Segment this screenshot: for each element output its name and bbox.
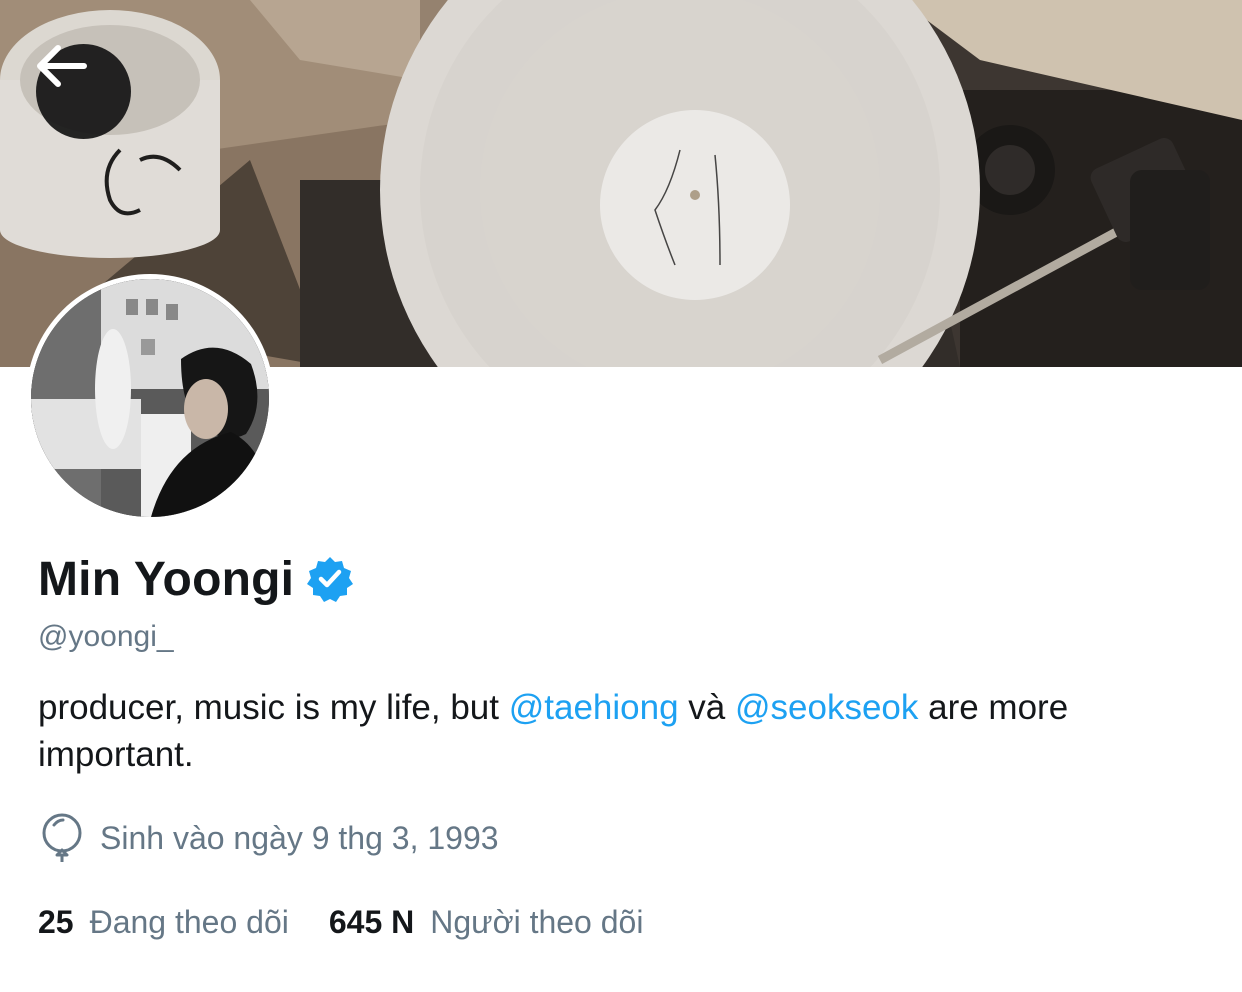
follow-stats: 25 Đang theo dõi 645 N Người theo dõi <box>38 898 643 946</box>
mention-link-taehiong[interactable]: @taehiong <box>509 688 679 727</box>
following-label: Đang theo dõi <box>89 903 289 940</box>
bio-text: producer, music is my life, but <box>38 688 509 727</box>
balloon-icon <box>42 813 82 862</box>
verified-badge-icon <box>307 557 354 602</box>
mention-link-seokseok[interactable]: @seokseok <box>735 688 918 727</box>
bio-text: và <box>678 688 735 727</box>
avatar-photo <box>31 279 269 517</box>
birthday-text: Sinh vào ngày 9 thg 3, 1993 <box>100 819 499 856</box>
followers-label: Người theo dõi <box>430 903 644 940</box>
display-name: Min Yoongi <box>38 552 295 606</box>
arrow-left-icon <box>37 45 87 87</box>
profile-avatar[interactable] <box>26 274 274 522</box>
followers-stat[interactable]: 645 N Người theo dõi <box>329 904 644 941</box>
followers-count: 645 N <box>328 903 415 940</box>
username-handle: @yoongi_ <box>38 620 174 653</box>
name-row: Min Yoongi <box>38 550 354 608</box>
profile-page: Min Yoongi @yoongi_ producer, music is m… <box>0 0 1242 992</box>
following-stat[interactable]: 25 Đang theo dõi <box>38 904 289 941</box>
profile-bio: producer, music is my life, but @taehion… <box>38 684 1218 778</box>
back-button[interactable] <box>36 44 131 139</box>
birthday-row: Sinh vào ngày 9 thg 3, 1993 <box>40 812 499 864</box>
following-count: 25 <box>38 903 74 940</box>
